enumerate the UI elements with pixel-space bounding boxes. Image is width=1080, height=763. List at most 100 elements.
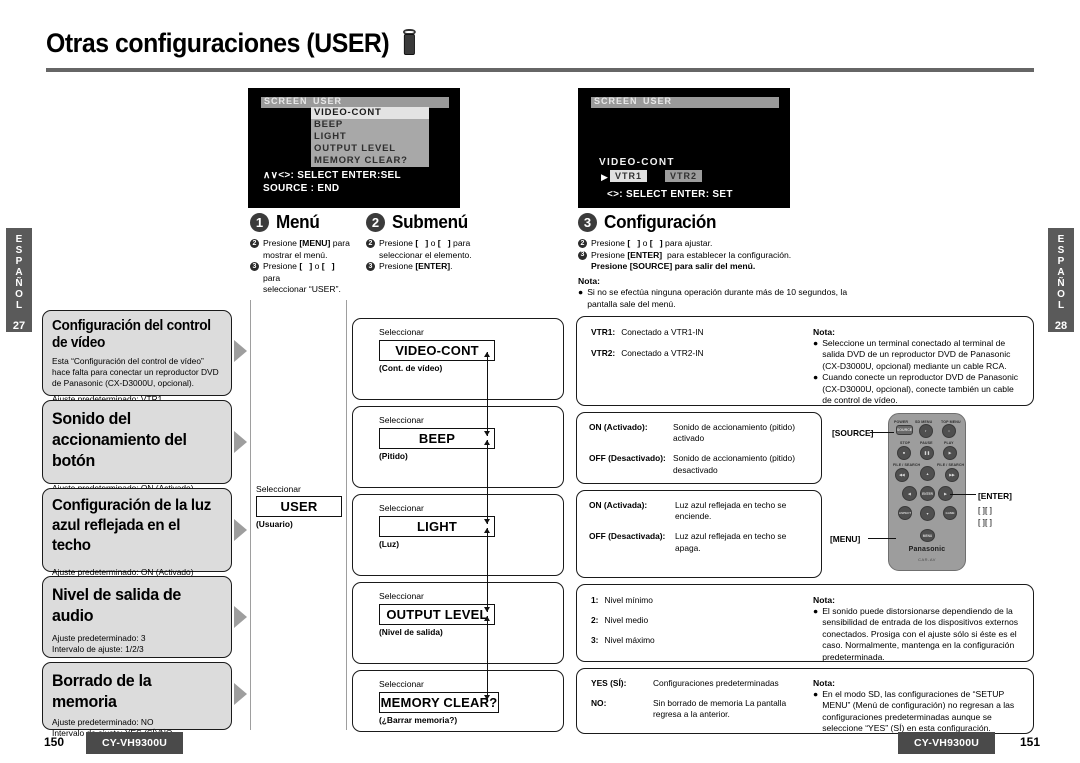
flow-tag-memory-clear[interactable]: MEMORY CLEAR? — [379, 692, 499, 713]
flow-select-label: Seleccionar — [379, 679, 424, 689]
detail-desc: Conectado a VTR2-IN — [621, 348, 704, 359]
osd-item-light[interactable]: LIGHT — [311, 131, 429, 143]
flow-tag-video-cont[interactable]: VIDEO-CONT — [379, 340, 495, 361]
flow-tag-sub: (Cont. de vídeo) — [379, 363, 443, 373]
feature-title: Sonido del accionamiento del botón — [52, 409, 187, 470]
tab-char: A — [15, 267, 23, 278]
osd-item-memory-clear[interactable]: MEMORY CLEAR? — [311, 155, 429, 167]
detail-note-text: Cuando conecte un reproductor DVD de Pan… — [822, 372, 1019, 406]
remote-aspect-button[interactable]: ASPECT — [898, 506, 912, 520]
feature-title: Configuración de la luz azul reflejada e… — [52, 497, 211, 554]
flow-tag-output-level[interactable]: OUTPUT LEVEL — [379, 604, 495, 625]
feature-range: Intervalo de ajuste: 1/2/3 — [52, 644, 144, 654]
remote-label-pause: PAUSE — [920, 441, 933, 445]
detail-desc: Nivel máximo — [604, 635, 655, 646]
remote-label-file-search-left: FILE / SEARCH — [893, 463, 921, 467]
feature-title: Nivel de salida de audio — [52, 585, 182, 625]
tab-char: E — [1057, 234, 1065, 245]
bullet-dot-icon: ● — [813, 606, 819, 616]
step-3-header: 3 Configuración — [578, 212, 722, 233]
key-enter: [ENTER] — [415, 261, 451, 272]
step-bullet: 3 — [366, 262, 375, 272]
detail-desc: Luz azul reflejada en techo se apaga. — [675, 531, 787, 553]
arrow-right-icon — [234, 683, 247, 705]
detail-note-text: El sonido puede distorsionarse dependien… — [822, 606, 1019, 662]
remote-control-icon — [403, 29, 416, 55]
step-3-note-text: Si no se efectúa ninguna operación duran… — [587, 287, 848, 309]
step-bullet: 3 — [250, 262, 259, 272]
feature-default: Ajuste predeterminado: NO — [52, 717, 154, 727]
feature-box-video-control: Configuración del control de vídeo Esta … — [42, 310, 232, 415]
bullet-dot-icon: ● — [813, 689, 819, 699]
flow-tag-beep[interactable]: BEEP — [379, 428, 495, 449]
detail-desc: Configuraciones predeterminadas — [653, 678, 779, 688]
feature-default: Ajuste predeterminado: 3 — [52, 633, 146, 643]
osd-option-vtr2[interactable]: VTR2 — [665, 170, 703, 182]
osd-option-vtr1[interactable]: VTR1 — [610, 170, 648, 182]
arrow-right-icon — [234, 340, 247, 362]
detail-desc: Luz azul reflejada en techo se enciende. — [675, 500, 787, 522]
osd-cursor-icon: ▶ — [601, 172, 608, 182]
remote-left-button[interactable]: ◀ — [902, 486, 917, 501]
remote-up-button[interactable]: ▲ — [920, 466, 935, 481]
tab-char: P — [1057, 256, 1065, 267]
remote-menu-button[interactable]: MENU — [920, 529, 935, 542]
remote-model: CAR-AV — [918, 557, 936, 562]
detail-box-output-level: 1: Nivel mínimo 2: Nivel medio 3: Nivel … — [576, 584, 1034, 662]
detail-desc: Nivel medio — [604, 615, 649, 626]
osd-item-video-cont[interactable]: VIDEO-CONT — [311, 107, 429, 119]
remote-down-button[interactable]: ▼ — [920, 506, 935, 521]
detail-desc: Conectado a VTR1-IN — [621, 327, 704, 337]
detail-box-beep: ON (Activado): Sonido de accionamiento (… — [576, 412, 822, 484]
remote-sd-menu-button[interactable]: ◐ — [919, 424, 933, 438]
step-3-title: Configuración — [604, 212, 717, 232]
submenu-box-memory-clear: Seleccionar MEMORY CLEAR? (¿Barrar memor… — [352, 670, 564, 732]
tab-char: S — [1057, 245, 1065, 256]
tab-char: E — [15, 234, 23, 245]
detail-term: 3: — [591, 635, 599, 646]
remote-pause-button[interactable]: ❚❚ — [920, 446, 934, 460]
remote-prev-button[interactable]: ◀◀ — [895, 468, 909, 482]
flow-select-label: Seleccionar — [379, 415, 424, 425]
detail-term: 1: — [591, 595, 599, 605]
tab-page-number: 28 — [1054, 320, 1068, 332]
title-divider — [46, 68, 1034, 72]
osd-item-output-level[interactable]: OUTPUT LEVEL — [311, 143, 429, 155]
detail-box-light: ON (Activada): Luz azul reflejada en tec… — [576, 490, 822, 578]
remote-stop-button[interactable]: ■ — [897, 446, 911, 460]
step-1-body: 2 Presione [MENU] para mostrar el menú. … — [250, 238, 350, 296]
detail-note-text: En el modo SD, las configuraciones de “S… — [822, 689, 1015, 734]
remote-play-button[interactable]: ▶ — [943, 446, 957, 460]
footer-page-left: 150 — [44, 735, 65, 749]
bullet-dot-icon: ● — [578, 287, 584, 298]
flow-select-label: Seleccionar — [379, 503, 424, 513]
arrow-right-icon — [234, 431, 247, 453]
remote-label-stop: STOP — [900, 441, 911, 445]
bullet-dot-icon: ● — [813, 372, 819, 383]
detail-term: ON (Activado): — [589, 422, 648, 432]
detail-term: OFF (Desactivada): — [589, 531, 666, 542]
callout-leader-source — [870, 432, 894, 434]
arrow-updown-icon — [484, 528, 492, 612]
step-1-title: Menú — [276, 212, 320, 232]
osd-title-screen: SCREEN — [594, 96, 638, 106]
callout-leader-menu — [868, 538, 896, 540]
flow-select-label: Seleccionar — [256, 484, 301, 494]
remote-source-button[interactable]: SOURCE — [896, 425, 913, 435]
osd-footer-select: ∧∨<>: SELECT ENTER:SEL — [263, 170, 401, 181]
flow-tag-light[interactable]: LIGHT — [379, 516, 495, 537]
bullet-dot-icon: ● — [813, 338, 819, 348]
arrow-right-icon — [234, 519, 247, 541]
flow-tag-sub: (Pitido) — [379, 451, 408, 461]
submenu-box-beep: Seleccionar BEEP (Pitido) — [352, 406, 564, 488]
remote-next-button[interactable]: ▶▶ — [945, 468, 959, 482]
remote-top-menu-button[interactable]: ☼ — [942, 424, 956, 438]
flow-tag-user[interactable]: USER — [256, 496, 342, 517]
step-1-header: 1 Menú — [250, 212, 322, 233]
remote-enter-button[interactable]: ENTER — [920, 486, 935, 501]
arrow-updown-icon — [484, 616, 492, 700]
detail-box-memory-clear: YES (SÍ): Configuraciones predeterminada… — [576, 668, 1034, 734]
osd-item-beep[interactable]: BEEP — [311, 119, 429, 131]
remote-game-button[interactable]: GAME — [943, 506, 957, 520]
step-3-number: 3 — [578, 213, 597, 232]
